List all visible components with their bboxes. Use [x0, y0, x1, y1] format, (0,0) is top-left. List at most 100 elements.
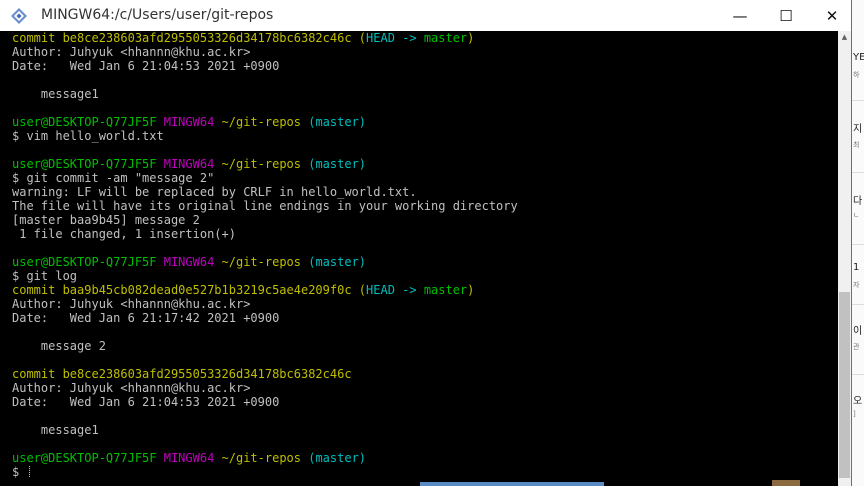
terminal-text-segment: $ [12, 465, 27, 479]
terminal-text-segment: (master) [308, 115, 367, 129]
background-divider [852, 172, 864, 173]
terminal-text-segment: $ git commit -am "message 2" [12, 171, 215, 185]
vertical-scrollbar[interactable]: ▲ [838, 31, 851, 486]
mingw-app-icon [10, 7, 28, 25]
terminal-text-segment: MINGW64 [163, 157, 222, 171]
scroll-down-arrow-icon[interactable] [838, 476, 851, 486]
terminal-line: $ [12, 465, 838, 479]
terminal-text-segment: 1 file changed, 1 insertion(+) [12, 227, 236, 241]
background-text-fragment: ] [853, 410, 856, 418]
background-app-bar [420, 482, 604, 486]
background-text-fragment: 이 [853, 326, 863, 337]
background-text-fragment: ㄴ [853, 211, 860, 219]
scroll-up-arrow-icon[interactable]: ▲ [838, 33, 851, 45]
terminal-line: Date: Wed Jan 6 21:04:53 2021 +0900 [12, 59, 838, 73]
terminal-text-segment: (master) [308, 451, 367, 465]
background-app-thumbnail [772, 480, 800, 486]
terminal-text-segment: ( [358, 31, 367, 45]
terminal-text-segment: commit be8ce238603afd2955053326d34178bc6… [12, 367, 352, 381]
minimize-icon: — [732, 6, 748, 25]
terminal-line: user@DESKTOP-Q77JF5F MINGW64 ~/git-repos… [12, 451, 838, 465]
background-text-fragment: 다 [853, 196, 863, 207]
terminal-line: commit be8ce238603afd2955053326d34178bc6… [12, 367, 838, 381]
close-button[interactable]: ✕ [809, 0, 855, 31]
terminal-text-segment: Author: Juhyuk <hhannn@khu.ac.kr> [12, 381, 251, 395]
terminal-text-segment: Date: Wed Jan 6 21:04:53 2021 +0900 [12, 59, 280, 73]
terminal-text-segment: ~/git-repos [221, 157, 309, 171]
terminal-text-segment: (master) [308, 255, 367, 269]
background-text-fragment: 최 [853, 141, 860, 149]
terminal-text-segment: commit baa9b45cb082dead0e527b1b3219c5ae4… [12, 283, 359, 297]
terminal-line: user@DESKTOP-Q77JF5F MINGW64 ~/git-repos… [12, 255, 838, 269]
terminal-line: Date: Wed Jan 6 21:04:53 2021 +0900 [12, 395, 838, 409]
minimize-button[interactable]: — [717, 0, 763, 31]
terminal-text-segment: Date: Wed Jan 6 21:17:42 2021 +0900 [12, 311, 280, 325]
terminal-text-segment: The file will have its original line end… [12, 199, 518, 213]
terminal-text-segment: ~/git-repos [221, 115, 309, 129]
background-text-fragment: 자 [853, 281, 860, 289]
terminal-text-segment: master [423, 283, 468, 297]
terminal-text-segment: user@DESKTOP-Q77JF5F [12, 451, 164, 465]
terminal-text-segment: (master) [308, 157, 367, 171]
terminal-line: The file will have its original line end… [12, 199, 838, 213]
terminal-line: user@DESKTOP-Q77JF5F MINGW64 ~/git-repos… [12, 115, 838, 129]
maximize-icon: ☐ [779, 6, 793, 25]
terminal-text-segment: user@DESKTOP-Q77JF5F [12, 115, 164, 129]
terminal-line: Author: Juhyuk <hhannn@khu.ac.kr> [12, 381, 838, 395]
terminal-text-segment: MINGW64 [163, 115, 222, 129]
terminal-window[interactable]: MINGW64:/c/Users/user/git-repos — ☐ ✕ co… [0, 0, 852, 486]
terminal-text-segment: $ vim hello_world.txt [12, 129, 164, 143]
close-icon: ✕ [825, 6, 839, 25]
terminal-text-segment: ) [467, 31, 475, 45]
terminal-text-segment: Date: Wed Jan 6 21:04:53 2021 +0900 [12, 395, 280, 409]
terminal-text-segment: HEAD -> [366, 283, 424, 297]
background-divider [852, 304, 864, 305]
terminal-text-segment: message1 [12, 423, 99, 437]
background-text-fragment: 지 [853, 124, 863, 135]
title-bar[interactable]: MINGW64:/c/Users/user/git-repos — ☐ ✕ [0, 0, 851, 31]
terminal-text-segment: [master baa9b45] message 2 [12, 213, 200, 227]
terminal-line: Date: Wed Jan 6 21:17:42 2021 +0900 [12, 311, 838, 325]
terminal-text-segment: HEAD -> [366, 31, 424, 45]
terminal-line: $ git log [12, 269, 838, 283]
terminal-line: message1 [12, 87, 838, 101]
terminal-line: commit be8ce238603afd2955053326d34178bc6… [12, 31, 838, 45]
terminal-text-segment: ~/git-repos [221, 451, 309, 465]
terminal-text-segment: ( [358, 283, 367, 297]
terminal-line: [master baa9b45] message 2 [12, 213, 838, 227]
terminal-line: Author: Juhyuk <hhannn@khu.ac.kr> [12, 45, 838, 59]
terminal-text-segment: commit be8ce238603afd2955053326d34178bc6… [12, 31, 359, 45]
terminal-output[interactable]: commit be8ce238603afd2955053326d34178bc6… [12, 31, 838, 486]
terminal-text-segment: ) [467, 283, 475, 297]
terminal-text-segment: Author: Juhyuk <hhannn@khu.ac.kr> [12, 45, 251, 59]
terminal-line: warning: LF will be replaced by CRLF in … [12, 185, 838, 199]
terminal-text-segment: message 2 [12, 339, 106, 353]
terminal-text-segment: Author: Juhyuk <hhannn@khu.ac.kr> [12, 297, 251, 311]
terminal-text-segment: warning: LF will be replaced by CRLF in … [12, 185, 417, 199]
background-text-fragment: 하 [853, 71, 860, 79]
terminal-text-segment: user@DESKTOP-Q77JF5F [12, 255, 164, 269]
scrollbar-thumb[interactable] [839, 292, 850, 478]
terminal-text-segment: $ git log [12, 269, 78, 283]
maximize-button[interactable]: ☐ [763, 0, 809, 31]
terminal-text-segment: message1 [12, 87, 99, 101]
terminal-text-segment: MINGW64 [163, 451, 222, 465]
terminal-line: message1 [12, 423, 838, 437]
background-divider [852, 100, 864, 101]
terminal-line: message 2 [12, 339, 838, 353]
background-divider [852, 244, 864, 245]
terminal-line: Author: Juhyuk <hhannn@khu.ac.kr> [12, 297, 838, 311]
text-cursor [29, 466, 32, 477]
terminal-text-segment: ~/git-repos [221, 255, 309, 269]
background-app-window: YE 하 지 최 다 ㄴ 1 자 이 관 오] [852, 0, 864, 486]
terminal-text-segment: user@DESKTOP-Q77JF5F [12, 157, 164, 171]
terminal-line: $ vim hello_world.txt [12, 129, 838, 143]
